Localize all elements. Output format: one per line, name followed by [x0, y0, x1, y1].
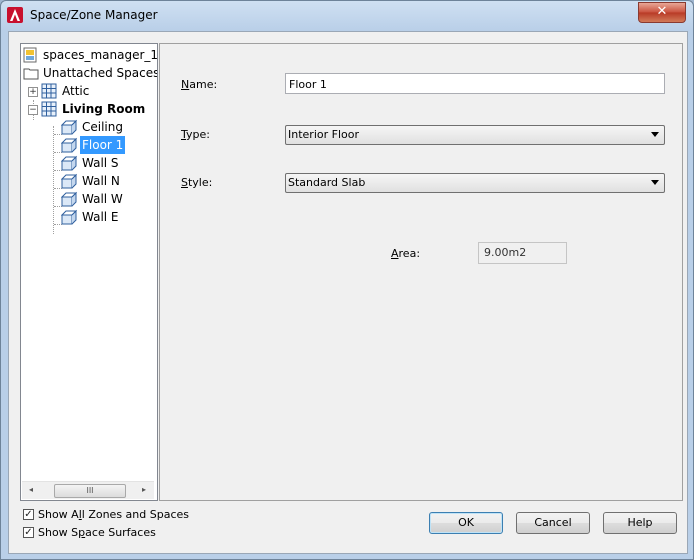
tree-item-label: Ceiling: [82, 120, 123, 134]
type-dropdown[interactable]: Interior Floor: [285, 125, 665, 145]
tree-item-label: Attic: [62, 84, 90, 98]
chevron-down-icon: [651, 180, 659, 185]
tree-item-label: spaces_manager_1.d: [43, 48, 158, 62]
tree-item-label: Floor 1: [80, 136, 126, 154]
tree-item-attic[interactable]: + Attic: [21, 82, 157, 100]
tree-item-ceiling[interactable]: Ceiling: [21, 118, 157, 136]
style-label: Style:: [181, 176, 213, 189]
show-space-surfaces-label: Show Space Surfaces: [38, 526, 156, 539]
space-zone-tree[interactable]: spaces_manager_1.d Unattached Spaces + A…: [20, 43, 158, 501]
name-field[interactable]: Floor 1: [285, 73, 665, 94]
surface-icon: [61, 155, 77, 171]
tree-item-wall-w[interactable]: Wall W: [21, 190, 157, 208]
show-all-zones-label: Show All Zones and Spaces: [38, 508, 189, 521]
folder-icon: [23, 68, 39, 80]
tree-item-unattached-spaces[interactable]: Unattached Spaces: [21, 64, 157, 82]
chevron-down-icon: [651, 132, 659, 137]
surface-icon: [61, 137, 77, 153]
surface-icon: [61, 119, 77, 135]
tree-item-label: Wall S: [82, 156, 119, 170]
tree-item-label: Wall E: [82, 210, 119, 224]
tree-item-floor-1[interactable]: Floor 1: [21, 136, 157, 154]
area-value: 9.00m2: [478, 242, 567, 264]
dialog-body: spaces_manager_1.d Unattached Spaces + A…: [8, 31, 688, 554]
tree-item-label: Wall W: [82, 192, 123, 206]
scroll-left-icon[interactable]: ◂: [26, 485, 36, 495]
tree-item-label: Wall N: [82, 174, 120, 188]
tree-item-wall-n[interactable]: Wall N: [21, 172, 157, 190]
window-title: Space/Zone Manager: [30, 8, 158, 22]
properties-panel: Name: Floor 1 Type: Interior Floor Style…: [159, 43, 683, 501]
scroll-thumb[interactable]: III: [54, 484, 126, 498]
autocad-logo-icon: [7, 7, 23, 23]
surface-icon: [61, 209, 77, 225]
close-button[interactable]: ✕: [638, 2, 686, 23]
dialog-window: Space/Zone Manager ✕ spaces_manager_1.d: [0, 0, 694, 560]
type-dropdown-value: Interior Floor: [288, 128, 359, 141]
ok-button[interactable]: OK: [429, 512, 503, 534]
name-label: Name:: [181, 78, 218, 91]
title-bar[interactable]: Space/Zone Manager ✕: [1, 1, 693, 31]
zone-icon: [41, 101, 57, 117]
expand-icon[interactable]: +: [28, 87, 38, 97]
cancel-button[interactable]: Cancel: [516, 512, 590, 534]
collapse-icon[interactable]: −: [28, 105, 38, 115]
tree-item-living-room[interactable]: − Living Room: [21, 100, 157, 118]
tree-item-label: Living Room: [62, 102, 146, 116]
scroll-right-icon[interactable]: ▸: [139, 485, 149, 495]
tree-horizontal-scrollbar[interactable]: ◂ III ▸: [22, 481, 154, 499]
drawing-file-icon: [23, 47, 37, 63]
tree-item-wall-s[interactable]: Wall S: [21, 154, 157, 172]
checkbox-checked-icon[interactable]: ✓: [23, 527, 34, 538]
help-button[interactable]: Help: [603, 512, 677, 534]
area-label: Area:: [391, 247, 421, 260]
style-dropdown-value: Standard Slab: [288, 176, 366, 189]
checkbox-checked-icon[interactable]: ✓: [23, 509, 34, 520]
surface-icon: [61, 173, 77, 189]
style-dropdown[interactable]: Standard Slab: [285, 173, 665, 193]
close-icon: ✕: [656, 4, 668, 19]
zone-icon: [41, 83, 57, 99]
surface-icon: [61, 191, 77, 207]
tree-item-wall-e[interactable]: Wall E: [21, 208, 157, 226]
tree-item-label: Unattached Spaces: [43, 66, 158, 80]
type-label: Type:: [181, 128, 210, 141]
tree-item-drawing[interactable]: spaces_manager_1.d: [21, 46, 157, 64]
